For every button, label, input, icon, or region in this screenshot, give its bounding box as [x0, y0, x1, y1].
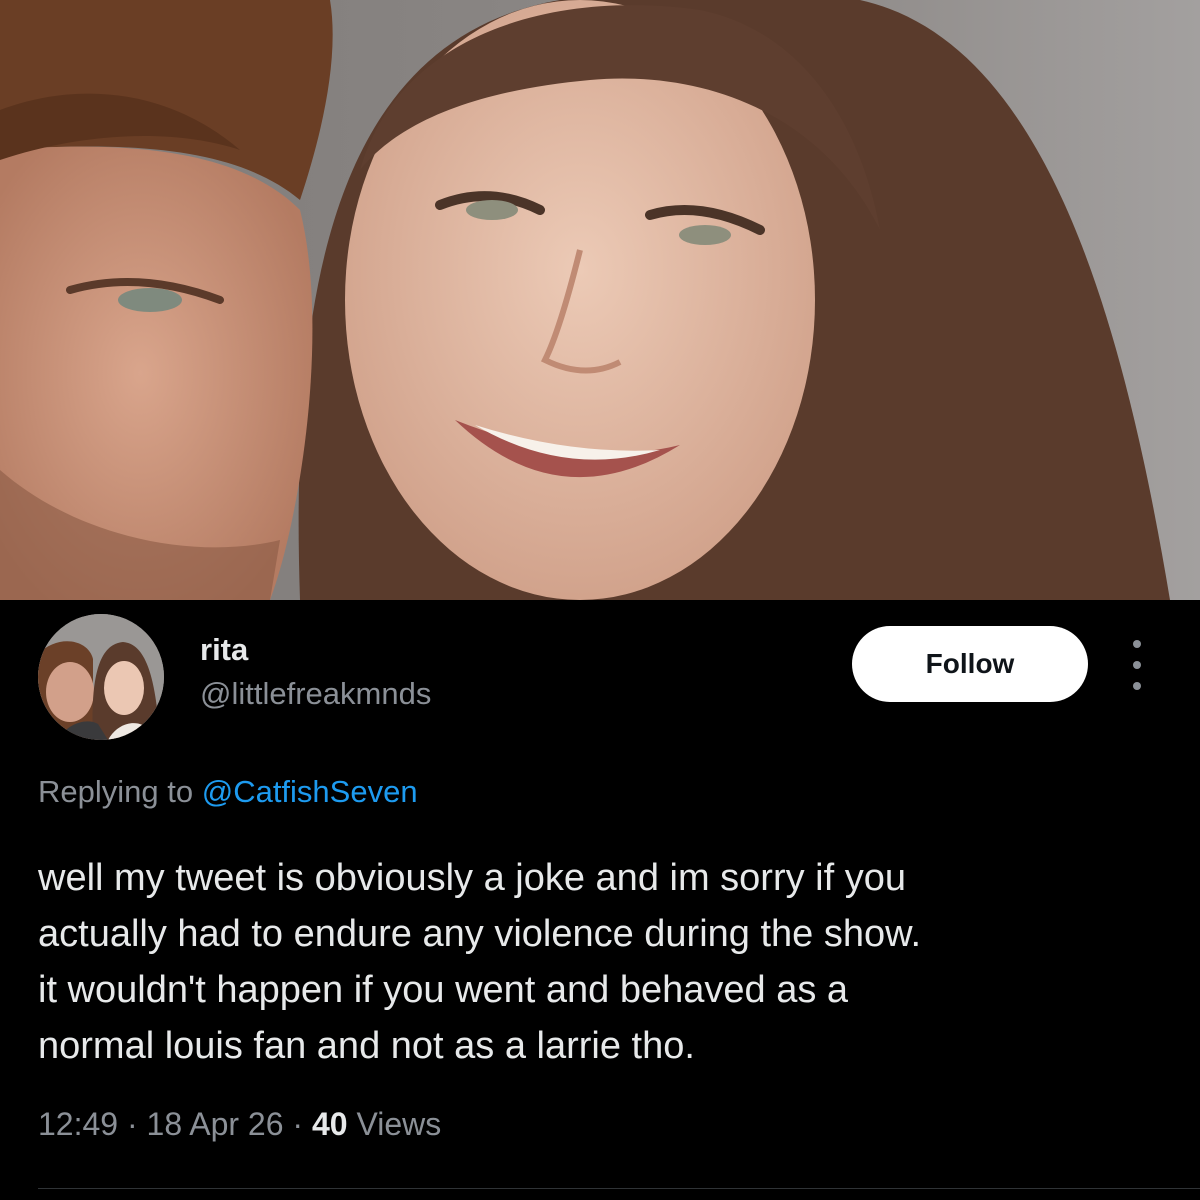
photo-image [0, 0, 1200, 600]
meta-separator: · [126, 1106, 138, 1142]
avatar[interactable] [38, 614, 164, 740]
follow-button[interactable]: Follow [852, 626, 1088, 702]
tweet-text: well my tweet is obviously a joke and im… [38, 857, 922, 1067]
meta-separator: · [292, 1106, 304, 1142]
avatar-image [38, 614, 164, 740]
more-dot [1133, 640, 1141, 648]
replying-to-mention[interactable]: @CatfishSeven [202, 774, 418, 809]
tweet-meta: 12:49 · 18 Apr 26 · 40 Views [38, 1106, 441, 1143]
more-vertical-icon[interactable] [1122, 640, 1152, 690]
tweet-time[interactable]: 12:49 [38, 1106, 118, 1142]
tweet-photo[interactable] [0, 0, 1200, 600]
author-handle[interactable]: @littlefreakmnds [200, 676, 431, 712]
views-count: 40 [311, 1106, 348, 1142]
more-dot [1133, 682, 1141, 690]
divider [38, 1188, 1200, 1189]
tweet-date[interactable]: 18 Apr 26 [147, 1106, 284, 1142]
views-label: Views [356, 1106, 442, 1142]
author-display-name[interactable]: rita [200, 632, 248, 668]
replying-to-line: Replying to @CatfishSeven [38, 774, 418, 810]
more-dot [1133, 661, 1141, 669]
replying-to-label: Replying to [38, 774, 194, 809]
